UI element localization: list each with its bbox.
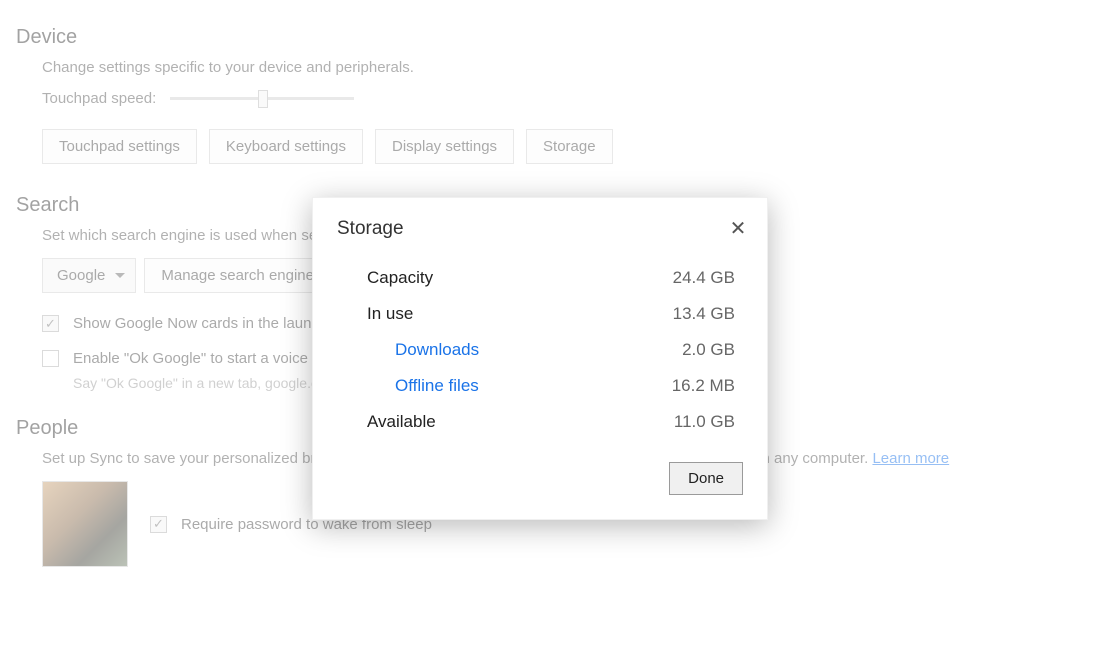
touchpad-speed-row: Touchpad speed:: [42, 90, 1094, 107]
touchpad-settings-button[interactable]: Touchpad settings: [42, 129, 197, 164]
modal-title: Storage: [337, 218, 404, 240]
avatar[interactable]: [42, 481, 128, 567]
close-button[interactable]: ✕: [727, 218, 749, 240]
touchpad-speed-slider[interactable]: [170, 97, 354, 100]
modal-header: Storage ✕: [313, 198, 767, 244]
modal-body: Capacity 24.4 GB In use 13.4 GB Download…: [313, 244, 767, 456]
manage-search-engines-button[interactable]: Manage search engines: [144, 258, 338, 293]
checkbox-checked-icon[interactable]: ✓: [42, 315, 59, 332]
storage-row-offline: Offline files 16.2 MB: [367, 376, 735, 396]
touchpad-speed-label: Touchpad speed:: [42, 90, 156, 107]
offline-files-value: 16.2 MB: [672, 376, 735, 396]
checkbox-checked-icon[interactable]: ✓: [150, 516, 167, 533]
storage-row-capacity: Capacity 24.4 GB: [367, 268, 735, 288]
storage-button[interactable]: Storage: [526, 129, 613, 164]
downloads-value: 2.0 GB: [682, 340, 735, 360]
device-heading: Device: [16, 26, 1094, 49]
checkbox-unchecked-icon[interactable]: [42, 350, 59, 367]
slider-thumb-icon[interactable]: [258, 90, 268, 108]
device-buttons-row: Touchpad settings Keyboard settings Disp…: [42, 129, 1094, 164]
keyboard-settings-button[interactable]: Keyboard settings: [209, 129, 363, 164]
display-settings-button[interactable]: Display settings: [375, 129, 514, 164]
available-value: 11.0 GB: [674, 412, 735, 432]
offline-files-link[interactable]: Offline files: [395, 376, 479, 396]
in-use-label: In use: [367, 304, 413, 324]
modal-footer: Done: [313, 456, 767, 519]
capacity-label: Capacity: [367, 268, 433, 288]
available-label: Available: [367, 412, 436, 432]
done-button[interactable]: Done: [669, 462, 743, 495]
in-use-value: 13.4 GB: [673, 304, 735, 324]
search-engine-select[interactable]: Google: [42, 258, 136, 293]
storage-row-in-use: In use 13.4 GB: [367, 304, 735, 324]
storage-modal: Storage ✕ Capacity 24.4 GB In use 13.4 G…: [312, 197, 768, 520]
device-description: Change settings specific to your device …: [42, 59, 1094, 76]
storage-row-available: Available 11.0 GB: [367, 412, 735, 432]
downloads-link[interactable]: Downloads: [395, 340, 479, 360]
learn-more-link[interactable]: Learn more: [872, 450, 949, 467]
search-engine-selected: Google: [57, 267, 105, 284]
close-icon: ✕: [730, 219, 747, 239]
capacity-value: 24.4 GB: [673, 268, 735, 288]
storage-row-downloads: Downloads 2.0 GB: [367, 340, 735, 360]
show-google-now-label: Show Google Now cards in the launcher: [73, 315, 341, 332]
chevron-down-icon: [115, 273, 125, 278]
